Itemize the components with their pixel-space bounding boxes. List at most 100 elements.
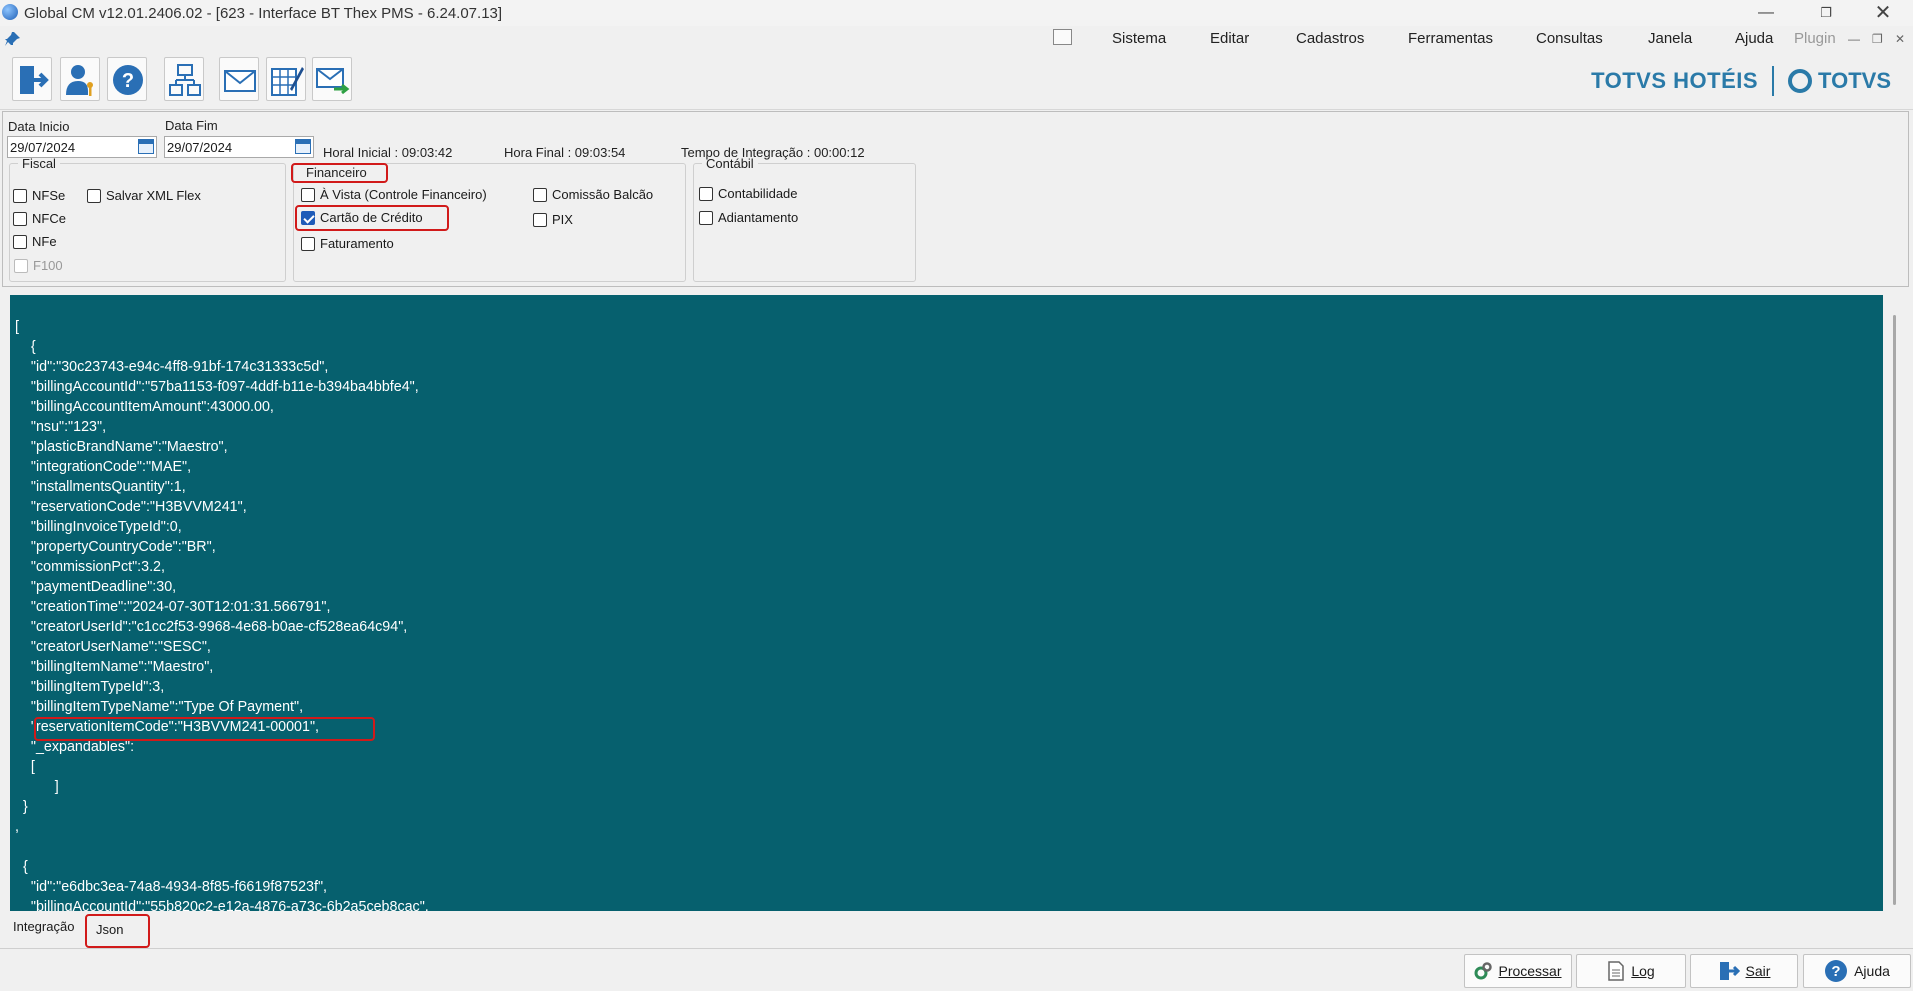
ajuda-label: Ajuda [1854,963,1890,979]
nfse-check-box[interactable] [13,188,27,203]
envelope-icon [224,70,256,92]
svg-text:?: ? [1832,963,1841,980]
menu-ferramentas[interactable]: Ferramentas [1408,30,1493,47]
financeiro-highlight [291,163,388,183]
reservation-item-code-highlight [34,717,375,741]
svg-text:?: ? [122,70,134,92]
calendar-icon[interactable] [138,139,154,154]
log-button[interactable]: Log [1576,954,1686,988]
pin-icon[interactable] [4,31,22,47]
app-globe-icon [2,4,18,20]
sair-button[interactable]: Sair [1690,954,1798,988]
a-vista-check-box[interactable] [301,187,315,202]
menu-janela[interactable]: Janela [1648,30,1692,47]
json-vertical-scrollbar[interactable] [1885,295,1905,911]
door-exit-icon [20,66,49,94]
data-fim-value: 29/07/2024 [167,140,233,155]
log-label: Log [1631,963,1655,979]
menu-editar[interactable]: Editar [1210,30,1249,47]
nfce-label: NFCe [32,211,66,226]
data-inicio-label: Data Inicio [8,119,70,134]
gears-icon [1474,962,1493,980]
comissao-balcao-checkbox[interactable]: Comissão Balcão [533,187,653,202]
grid-pencil-icon [271,67,304,96]
totvs-hoteis-logo: TOTVS HOTÉIS [1591,68,1759,93]
send-email-button[interactable] [312,57,352,101]
nfe-checkbox[interactable]: NFe [13,234,57,249]
salvar-xml-check-box[interactable] [87,188,101,203]
mdi-close-icon[interactable]: ✕ [1895,32,1905,46]
mdi-child-icon[interactable] [1053,29,1072,45]
fiscal-legend: Fiscal [22,156,56,171]
document-icon [1608,961,1625,981]
contabil-legend: Contábil [706,156,754,171]
calendar-icon[interactable] [295,139,311,154]
nfce-check-box[interactable] [13,211,27,226]
json-text-area[interactable]: [ { "id":"30c23743-e94c-4ff8-91bf-174c31… [10,295,1883,911]
help-question-icon: ? [1825,960,1848,982]
window-title: Global CM v12.01.2406.02 - [623 - Interf… [24,5,503,22]
faturamento-check-box[interactable] [301,236,315,251]
brand-separator [1772,66,1775,96]
edit-grid-button[interactable] [266,57,306,101]
json-content: [ { "id":"30c23743-e94c-4ff8-91bf-174c31… [15,319,429,911]
menu-sistema[interactable]: Sistema [1112,30,1166,47]
question-icon: ? [113,65,143,95]
data-fim-field[interactable]: 29/07/2024 [164,136,314,158]
menu-ajuda[interactable]: Ajuda [1735,30,1773,47]
email-button[interactable] [219,57,259,101]
contabilidade-label: Contabilidade [718,186,798,201]
pix-label: PIX [552,212,573,227]
salvar-xml-flex-checkbox[interactable]: Salvar XML Flex [87,188,201,203]
totvs-symbol-icon [1788,69,1813,93]
contabilidade-checkbox[interactable]: Contabilidade [699,186,798,201]
nfe-check-box[interactable] [13,234,27,249]
mdi-minimize-icon[interactable]: — [1848,32,1860,46]
data-inicio-field[interactable]: 29/07/2024 [7,136,157,158]
filter-panel: Data Inicio 29/07/2024 Data Fim 29/07/20… [2,111,1909,287]
data-fim-label: Data Fim [165,118,218,133]
menu-cadastros[interactable]: Cadastros [1296,30,1364,47]
user-key-button[interactable] [60,57,100,101]
nfse-label: NFSe [32,188,66,203]
pix-check-box[interactable] [533,212,547,227]
totvs-brand: TOTVS HOTÉIS TOTVS [1591,66,1891,96]
adiantamento-check-box[interactable] [699,210,713,225]
pix-checkbox[interactable]: PIX [533,212,573,227]
comissao-balcao-label: Comissão Balcão [552,187,654,202]
exit-door-button[interactable] [12,57,52,101]
processar-button[interactable]: Processar [1464,954,1572,988]
restore-window-button[interactable]: ❐ [1803,2,1849,24]
f100-label: F100 [33,258,63,273]
a-vista-checkbox[interactable]: À Vista (Controle Financeiro) [301,187,487,202]
faturamento-checkbox[interactable]: Faturamento [301,236,394,251]
close-window-button[interactable]: ✕ [1860,2,1906,24]
menu-consultas[interactable]: Consultas [1536,30,1603,47]
tab-integracao[interactable]: Integração [13,919,74,934]
minimize-window-button[interactable]: — [1743,2,1789,24]
faturamento-label: Faturamento [320,236,394,251]
a-vista-label: À Vista (Controle Financeiro) [320,187,487,202]
ajuda-button[interactable]: ? Ajuda [1803,954,1911,988]
title-bar: Global CM v12.01.2406.02 - [623 - Interf… [0,0,1913,26]
comissao-check-box[interactable] [533,187,547,202]
sair-label: Sair [1745,963,1771,979]
toolbar: ? TOTVS HOTÉIS TOTVS [0,52,1913,110]
totvs-logo-text: TOTVS [1818,68,1891,93]
adiantamento-label: Adiantamento [718,210,799,225]
totvs-logo: TOTVS [1788,68,1891,94]
structure-button[interactable] [164,57,204,101]
mdi-restore-icon[interactable]: ❐ [1872,32,1883,46]
help-button[interactable]: ? [107,57,147,101]
menu-plugin[interactable]: Plugin [1794,30,1836,47]
contabilidade-check-box[interactable] [699,186,713,201]
nfce-checkbox[interactable]: NFCe [13,211,66,226]
scrollbar-thumb[interactable] [1893,315,1896,905]
nfe-label: NFe [32,234,57,249]
org-chart-icon [169,64,201,96]
adiantamento-checkbox[interactable]: Adiantamento [699,210,798,225]
exit-door-icon [1719,962,1740,980]
data-inicio-value: 29/07/2024 [10,140,76,155]
f100-checkbox: F100 [14,258,63,273]
nfse-checkbox[interactable]: NFSe [13,188,65,203]
